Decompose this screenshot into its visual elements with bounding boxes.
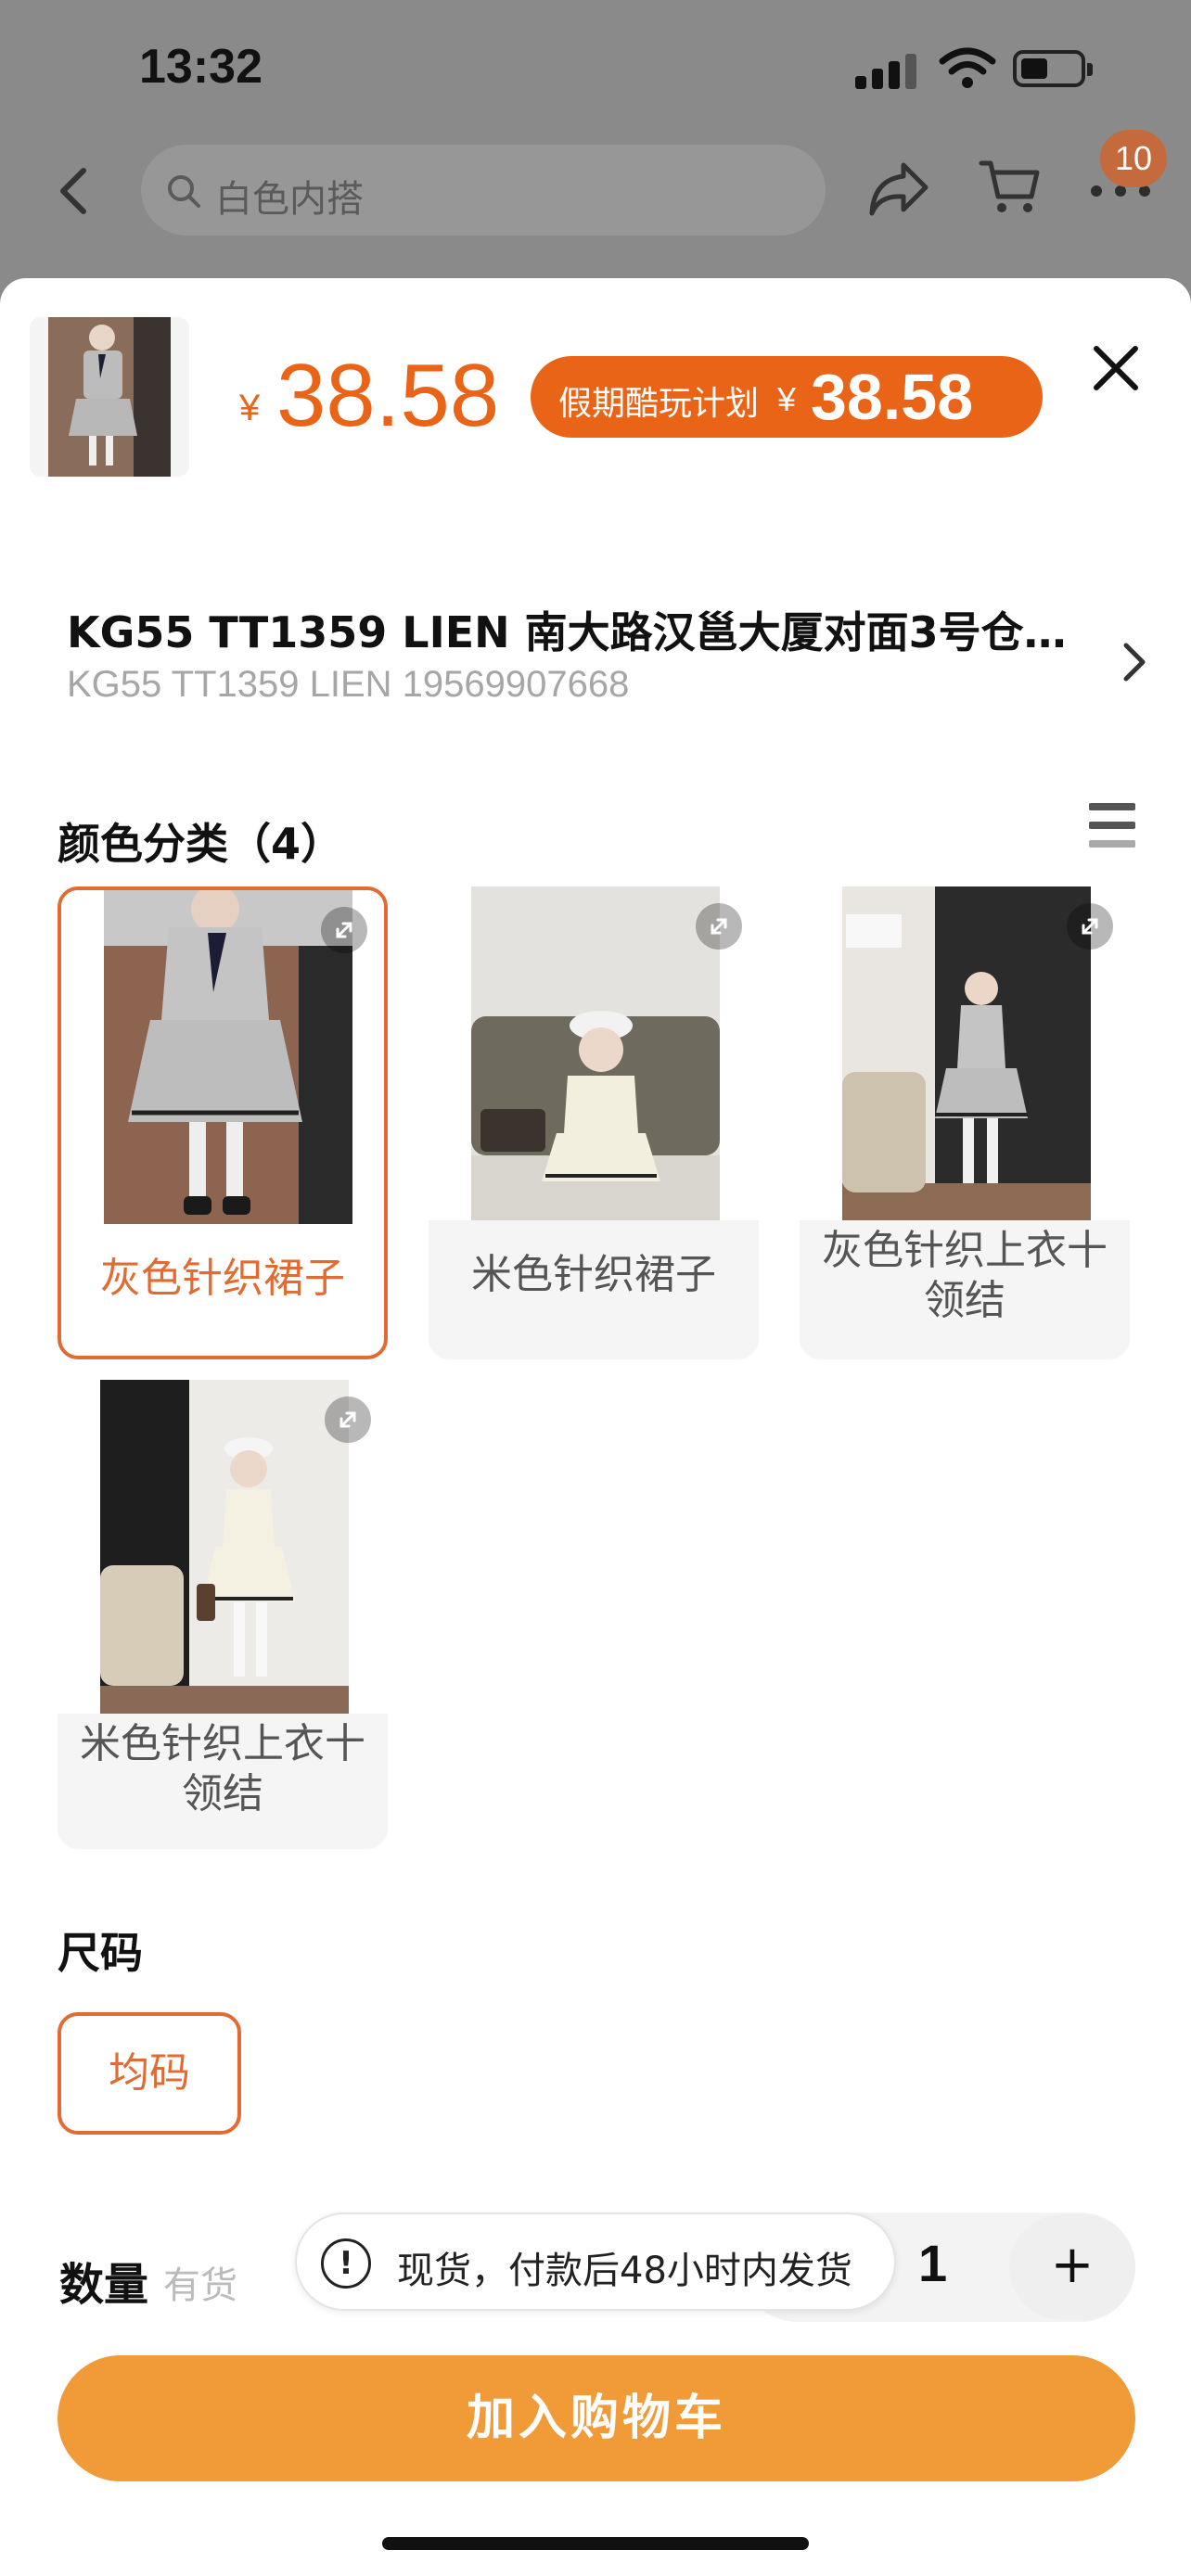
size-section-title: 尺码 [58, 1928, 143, 1978]
color-option-1[interactable]: 灰色针织裙子 [58, 886, 388, 1359]
promo-amount: 38.58 [811, 361, 974, 433]
color-option-image [471, 886, 720, 1220]
product-thumbnail[interactable] [30, 317, 189, 477]
close-icon[interactable] [1087, 339, 1145, 397]
color-option-label: 灰色针织上衣十 领结 [822, 1227, 1108, 1324]
color-option-image [100, 1380, 349, 1714]
status-bar: 13:32 [0, 0, 1191, 139]
add-to-cart-button[interactable]: 加入购物车 [58, 2355, 1135, 2481]
search-input[interactable]: 白色内搭 [141, 145, 826, 236]
shipping-toast: ! 现货，付款后48小时内发货 [295, 2213, 896, 2311]
expand-icon[interactable] [321, 907, 367, 953]
color-option-4[interactable]: 米色针织上衣十 领结 [58, 1380, 388, 1849]
cellular-signal-icon [855, 52, 920, 89]
chevron-right-icon[interactable] [1119, 640, 1150, 684]
wifi-icon [939, 47, 996, 88]
color-option-label: 米色针织裙子 [471, 1251, 716, 1298]
expand-icon[interactable] [696, 903, 742, 950]
share-icon[interactable] [866, 158, 931, 219]
list-view-icon[interactable] [1089, 803, 1135, 853]
expand-icon[interactable] [325, 1396, 371, 1443]
info-icon: ! [321, 2238, 371, 2289]
color-section-title: 颜色分类（4） [58, 819, 344, 869]
search-icon [168, 175, 200, 208]
promo-label: 假期酷玩计划 [558, 385, 760, 423]
color-option-image [104, 890, 352, 1224]
color-option-label: 米色针织上衣十 领结 [80, 1720, 365, 1817]
store-name: KG55 TT1359 LIEN 南大路汉邕大厦对面3号仓… [67, 607, 1067, 657]
price-amount: 38.58 [276, 346, 500, 445]
color-option-image [842, 886, 1091, 1220]
status-time: 13:32 [139, 40, 263, 94]
cart-count-badge: 10 [1100, 130, 1167, 187]
cart-icon[interactable] [978, 156, 1043, 217]
toast-message: 现货，付款后48小时内发货 [397, 2250, 852, 2292]
product-thumbnail-image [48, 317, 171, 477]
color-option-2[interactable]: 米色针织裙子 [429, 886, 759, 1359]
sku-selector-sheet: ¥ 38.58 假期酷玩计划 ¥ 38.58 KG55 TT1359 LIEN … [0, 278, 1191, 2576]
color-option-label: 灰色针织裙子 [100, 1255, 345, 1302]
product-top-nav: 白色内搭 10 [0, 130, 1191, 278]
home-indicator[interactable] [382, 2537, 809, 2550]
promo-currency: ¥ [777, 380, 797, 418]
price-currency: ¥ [239, 388, 261, 428]
color-option-3[interactable]: 灰色针织上衣十 领结 [800, 886, 1130, 1359]
battery-icon [1013, 50, 1093, 87]
quantity-value[interactable]: 1 [918, 2233, 947, 2293]
search-placeholder: 白色内搭 [215, 178, 364, 221]
size-option-one-size[interactable]: 均码 [58, 2012, 241, 2135]
promo-price-badge: 假期酷玩计划 ¥ 38.58 [531, 356, 1043, 438]
back-icon[interactable] [52, 163, 96, 219]
quantity-label: 数量 [59, 2259, 149, 2311]
expand-icon[interactable] [1067, 903, 1113, 950]
store-subtitle: KG55 TT1359 LIEN 19569907668 [67, 664, 630, 705]
quantity-plus-button[interactable]: + [1009, 2214, 1135, 2320]
stock-status: 有货 [163, 2264, 237, 2307]
store-row[interactable]: KG55 TT1359 LIEN 南大路汉邕大厦对面3号仓… KG55 TT13… [67, 599, 1124, 706]
